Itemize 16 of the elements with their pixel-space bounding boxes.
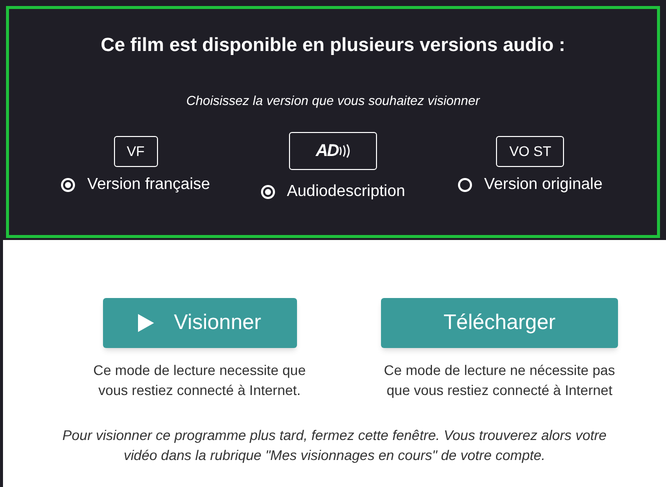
panel-title: Ce film est disponible en plusieurs versions audio : (100, 34, 566, 58)
mode-description: Ce mode de lecture necessite que vous restiez connecté à Internet. (92, 361, 307, 400)
play-icon (138, 314, 154, 332)
version-badge: VO ST (496, 136, 564, 167)
footer-note: Pour visionner ce programme plus tard, fermez cette fenêtre. Vous trouverez alors votre vidéo dans la rubrique "Mes visionnages en cours" de votre compte. (61, 426, 608, 465)
radio-label[interactable]: Version française (87, 173, 210, 197)
radio-button[interactable] (458, 178, 472, 192)
audiodescription-badge: AD (288, 132, 378, 170)
mode-description: Ce mode de lecture ne nécessite pas que vous restiez connecté à Internet (382, 361, 616, 400)
radio-label[interactable]: Audiodescription (286, 180, 406, 204)
radio-label[interactable]: Version originale (484, 173, 602, 197)
panel-subtitle: Choisissez la version que vous souhaitez visionner (186, 92, 480, 110)
radio-button[interactable] (260, 185, 275, 199)
radio-button[interactable] (61, 178, 76, 192)
sound-waves-icon (339, 144, 350, 158)
version-badge: VF (114, 136, 158, 167)
